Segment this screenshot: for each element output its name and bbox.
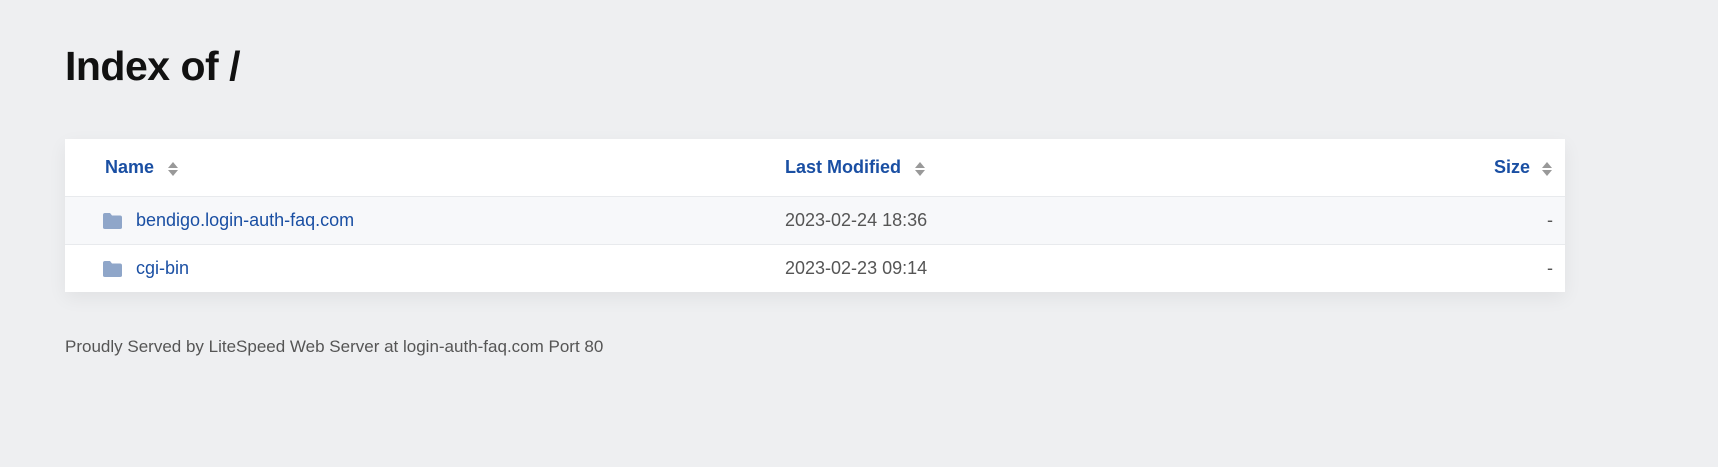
entry-link[interactable]: cgi-bin [136,258,189,279]
sort-by-size-link[interactable]: Size [1494,157,1530,178]
modified-cell: 2023-02-24 18:36 [785,210,928,230]
modified-column-header: Last Modified [785,139,926,196]
folder-icon [103,260,122,277]
entry-link[interactable]: bendigo.login-auth-faq.com [136,210,354,231]
page-title: Index of / [65,43,240,89]
name-cell: bendigo.login-auth-faq.com [103,197,354,244]
sort-by-name-link[interactable]: Name [105,157,154,178]
size-cell: - [1547,258,1553,278]
table-row: bendigo.login-auth-faq.com 2023-02-24 18… [65,196,1565,244]
sort-icon[interactable] [914,161,926,177]
server-footer: Proudly Served by LiteSpeed Web Server a… [65,337,604,356]
table-header-row: Name Last Modified Size [65,139,1565,196]
directory-listing-table: Name Last Modified Size bendigo.login-au… [65,139,1565,292]
folder-icon [103,212,122,229]
name-cell: cgi-bin [103,245,189,292]
name-column-header: Name [105,139,179,196]
table-row: cgi-bin 2023-02-23 09:14 - [65,244,1565,292]
size-cell: - [1547,210,1553,230]
sort-by-modified-link[interactable]: Last Modified [785,157,901,178]
sort-icon[interactable] [1541,161,1553,177]
size-column-header: Size [1494,139,1553,196]
modified-cell: 2023-02-23 09:14 [785,258,928,278]
sort-icon[interactable] [167,161,179,177]
